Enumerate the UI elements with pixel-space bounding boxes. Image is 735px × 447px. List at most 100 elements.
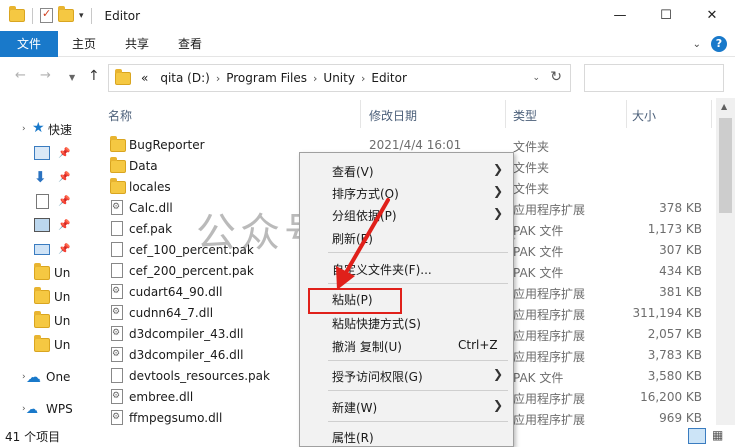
- nav-label: Un: [54, 290, 71, 304]
- tab-share[interactable]: 共享: [115, 31, 159, 57]
- file-name: BugReporter: [129, 138, 205, 152]
- menu-item-refresh[interactable]: 刷新(E): [300, 226, 513, 249]
- column-divider[interactable]: [360, 100, 361, 128]
- nav-folder-unity-3[interactable]: Un: [0, 310, 74, 332]
- nav-folder-unity-2[interactable]: Un: [0, 286, 74, 308]
- scrollbar-thumb[interactable]: [719, 118, 732, 213]
- menu-item-paste[interactable]: 粘贴(P): [300, 287, 513, 314]
- nav-pinned-desktop[interactable]: 📌: [0, 142, 74, 164]
- nav-quick-access[interactable]: › ★ 快速: [0, 118, 74, 140]
- nav-folder-unity-4[interactable]: Un: [0, 334, 74, 356]
- wps-cloud-icon: ☁: [26, 402, 38, 416]
- file-size: 1,173 KB: [647, 222, 702, 236]
- file-type: 文件夹: [513, 161, 550, 175]
- expand-icon[interactable]: ›: [22, 124, 26, 134]
- file-type: 应用程序扩展: [513, 287, 586, 301]
- breadcrumb-program-files[interactable]: Program Files: [226, 71, 307, 85]
- details-view-icon[interactable]: [688, 428, 706, 444]
- menu-item-label: 自定义文件夹(F)...: [332, 263, 432, 277]
- file-type: PAK 文件: [513, 224, 564, 238]
- menu-item-customize-folder[interactable]: 自定义文件夹(F)...: [300, 257, 513, 280]
- address-bar[interactable]: « qita (D:) › Program Files › Unity › Ed…: [108, 64, 571, 92]
- column-divider[interactable]: [626, 100, 627, 128]
- menu-item-label: 属性(R): [332, 431, 374, 445]
- customize-toolbar-dropdown-icon[interactable]: ▾: [79, 11, 84, 21]
- chevron-right-icon[interactable]: ›: [361, 72, 365, 85]
- menu-item-label: 排序方式(O): [332, 187, 399, 201]
- menu-item-undo-copy[interactable]: 撤消 复制(U) Ctrl+Z: [300, 334, 513, 357]
- refresh-icon[interactable]: ↻: [550, 69, 562, 85]
- help-icon[interactable]: ?: [711, 36, 727, 52]
- nav-label: Un: [54, 338, 71, 352]
- vertical-scrollbar[interactable]: ▲: [716, 98, 735, 425]
- new-folder-icon[interactable]: [58, 6, 74, 22]
- submenu-arrow-icon: ❯: [492, 367, 503, 381]
- large-icons-view-icon[interactable]: ▦: [712, 428, 728, 444]
- nav-pinned-computer[interactable]: 📌: [0, 238, 74, 260]
- menu-item-shortcut: Ctrl+Z: [458, 338, 498, 352]
- nav-wps[interactable]: › ☁ WPS: [0, 398, 74, 420]
- menu-item-label: 粘贴(P): [332, 293, 373, 307]
- file-size: 3,580 KB: [647, 369, 702, 383]
- nav-pinned-documents[interactable]: 📌: [0, 190, 74, 212]
- nav-onedrive[interactable]: › ☁ One: [0, 366, 74, 388]
- file-date: 2021/4/4 16:01: [369, 138, 462, 152]
- nav-pinned-pictures[interactable]: 📌: [0, 214, 74, 236]
- search-input[interactable]: [584, 64, 724, 92]
- nav-folder-unity-1[interactable]: Un: [0, 262, 74, 284]
- nav-pinned-downloads[interactable]: ⬇ 📌: [0, 166, 74, 188]
- sort-ascending-icon: ^: [228, 98, 236, 105]
- column-header-date[interactable]: 修改日期: [369, 107, 417, 124]
- quick-access-toolbar: ▾: [0, 6, 94, 24]
- breadcrumb-drive[interactable]: qita (D:): [160, 71, 209, 85]
- menu-item-label: 粘贴快捷方式(S): [332, 317, 421, 331]
- file-size: 381 KB: [659, 285, 702, 299]
- folder-icon[interactable]: [9, 6, 25, 22]
- tab-view[interactable]: 查看: [168, 31, 212, 57]
- pin-icon: 📌: [58, 195, 71, 207]
- menu-item-paste-shortcut[interactable]: 粘贴快捷方式(S): [300, 311, 513, 334]
- column-divider[interactable]: [711, 100, 712, 128]
- recent-locations-icon[interactable]: ▼: [69, 73, 75, 82]
- file-icon: [111, 263, 123, 278]
- menu-item-label: 新建(W): [332, 401, 378, 415]
- file-name: d3dcompiler_46.dll: [129, 348, 244, 362]
- breadcrumb-unity[interactable]: Unity: [323, 71, 355, 85]
- column-header-size[interactable]: 大小: [632, 107, 656, 124]
- column-header-type[interactable]: 类型: [513, 107, 537, 124]
- up-button[interactable]: ↑: [88, 68, 100, 84]
- properties-icon[interactable]: [40, 7, 53, 23]
- menu-separator: [328, 283, 508, 284]
- column-divider[interactable]: [505, 100, 506, 128]
- forward-button[interactable]: →: [40, 68, 51, 83]
- menu-item-give-access[interactable]: 授予访问权限(G) ❯: [300, 364, 513, 387]
- menu-item-properties[interactable]: 属性(R): [300, 425, 513, 447]
- menu-item-new[interactable]: 新建(W) ❯: [300, 395, 513, 418]
- close-button[interactable]: ✕: [689, 0, 735, 31]
- column-header-name[interactable]: 名称: [108, 107, 132, 124]
- nav-label: WPS: [46, 402, 73, 416]
- file-type: 应用程序扩展: [513, 413, 586, 425]
- address-dropdown-icon[interactable]: ⌄: [532, 73, 540, 83]
- context-menu: 查看(V) ❯ 排序方式(O) ❯ 分组依据(P) ❯ 刷新(E) 自定义文件夹…: [299, 152, 514, 447]
- dll-icon: [111, 410, 123, 425]
- breadcrumb-editor[interactable]: Editor: [371, 71, 407, 85]
- chevron-down-icon[interactable]: ⌄: [693, 39, 701, 50]
- menu-item-view[interactable]: 查看(V) ❯: [300, 159, 513, 182]
- window-title: Editor: [104, 8, 141, 23]
- folder-icon: [34, 335, 50, 352]
- tab-file[interactable]: 文件: [0, 31, 58, 57]
- folder-icon: [110, 178, 126, 194]
- menu-item-group[interactable]: 分组依据(P) ❯: [300, 203, 513, 226]
- minimize-button[interactable]: —: [597, 0, 643, 31]
- scroll-up-icon[interactable]: ▲: [721, 102, 727, 111]
- nav-label: 快速: [48, 122, 73, 137]
- menu-item-sort[interactable]: 排序方式(O) ❯: [300, 181, 513, 204]
- tab-home[interactable]: 主页: [62, 31, 106, 57]
- file-name: cef_200_percent.pak: [129, 264, 254, 278]
- breadcrumb-overflow[interactable]: «: [141, 71, 148, 85]
- maximize-button[interactable]: ☐: [643, 0, 689, 31]
- chevron-right-icon[interactable]: ›: [216, 72, 220, 85]
- chevron-right-icon[interactable]: ›: [313, 72, 317, 85]
- back-button[interactable]: ←: [15, 68, 26, 83]
